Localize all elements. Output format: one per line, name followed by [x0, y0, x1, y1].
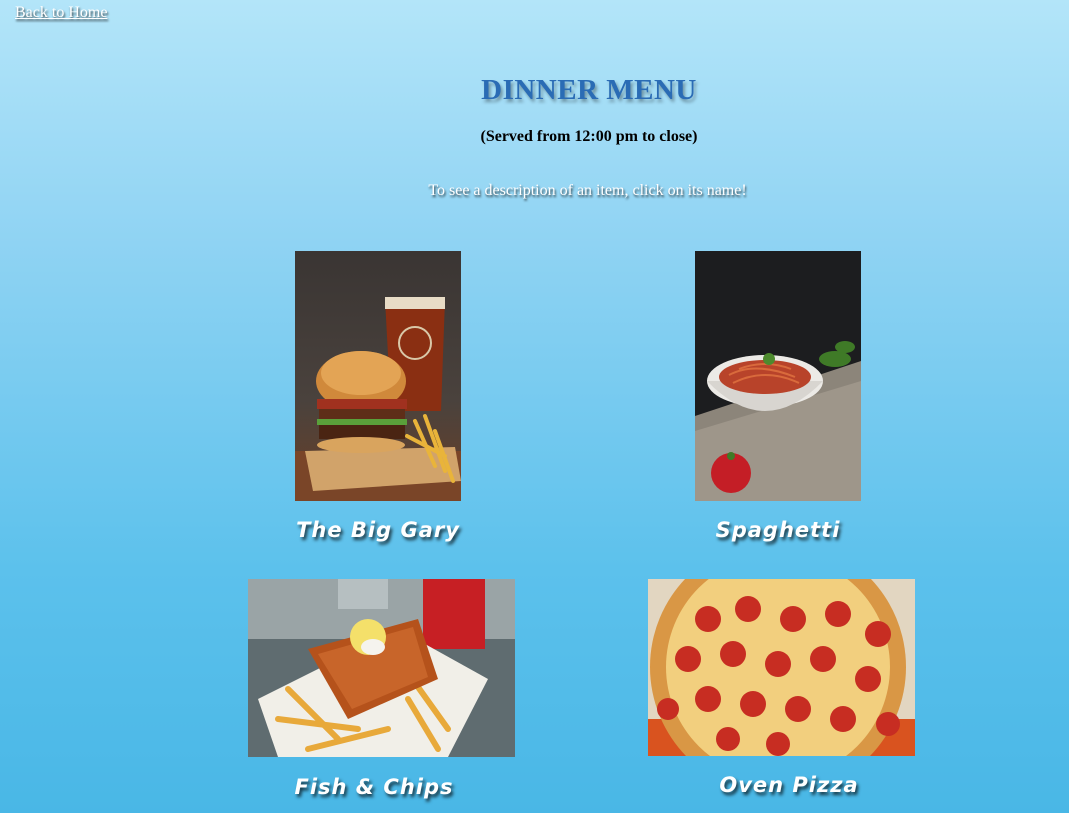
menu-item-spaghetti[interactable]: Spaghetti [658, 518, 898, 542]
spaghetti-image [695, 251, 861, 501]
menu-item-the-big-gary[interactable]: The Big Gary [258, 518, 498, 542]
page-title: DINNER MENU [481, 74, 697, 106]
burger-image [295, 251, 461, 501]
fish-and-chips-image [248, 579, 515, 757]
instructions-text: To see a description of an item, click o… [428, 182, 747, 199]
menu-item-oven-pizza[interactable]: Oven Pizza [669, 773, 909, 797]
pizza-image [648, 579, 915, 756]
menu-item-fish-and-chips[interactable]: Fish & Chips [254, 775, 494, 799]
served-hours: (Served from 12:00 pm to close) [480, 128, 698, 145]
back-to-home-link[interactable]: Back to Home [15, 4, 107, 22]
